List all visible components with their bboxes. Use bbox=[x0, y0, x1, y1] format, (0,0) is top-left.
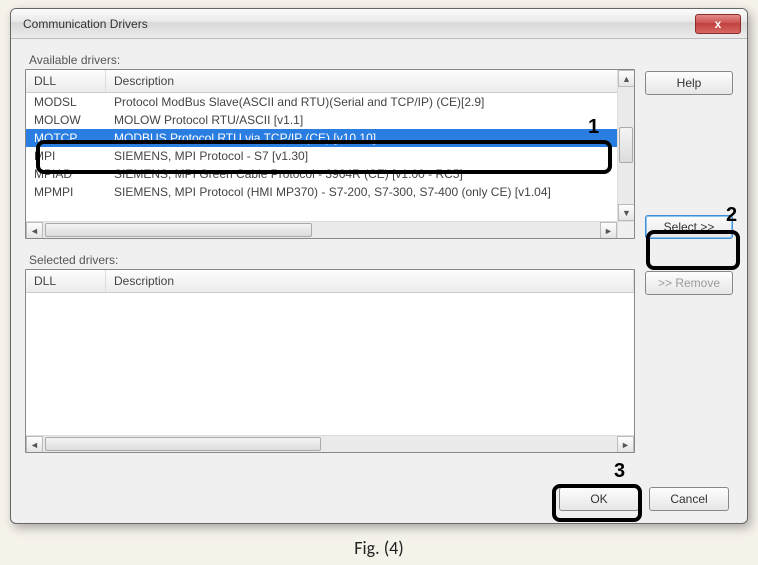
selected-list-header: DLL Description bbox=[26, 270, 634, 293]
cancel-button[interactable]: Cancel bbox=[649, 487, 729, 511]
hscroll-thumb[interactable] bbox=[45, 223, 312, 237]
table-row[interactable]: MODSLProtocol ModBus Slave(ASCII and RTU… bbox=[26, 93, 634, 111]
scroll-up-icon[interactable]: ▲ bbox=[618, 70, 635, 87]
hscroll-track[interactable] bbox=[43, 436, 617, 452]
dialog-body: Available drivers: DLL Description MODSL… bbox=[11, 39, 747, 523]
cell-description: SIEMENS, MPI Protocol (HMI MP370) - S7-2… bbox=[106, 184, 634, 200]
dialog-title: Communication Drivers bbox=[23, 17, 695, 31]
scroll-track[interactable] bbox=[618, 87, 634, 204]
ok-button[interactable]: OK bbox=[559, 487, 639, 511]
scroll-left-icon[interactable]: ◄ bbox=[26, 222, 43, 239]
vertical-scrollbar[interactable]: ▲ ▼ bbox=[617, 70, 634, 221]
cell-description: Protocol ModBus Slave(ASCII and RTU)(Ser… bbox=[106, 94, 634, 110]
cell-dll: MODSL bbox=[26, 94, 106, 110]
scroll-corner bbox=[617, 221, 634, 238]
table-row[interactable]: MPMPISIEMENS, MPI Protocol (HMI MP370) -… bbox=[26, 183, 634, 201]
hscroll-track[interactable] bbox=[43, 222, 600, 238]
table-row[interactable]: MPISIEMENS, MPI Protocol - S7 [v1.30] bbox=[26, 147, 634, 165]
available-area: Available drivers: DLL Description MODSL… bbox=[25, 49, 733, 239]
communication-drivers-dialog: Communication Drivers x Available driver… bbox=[10, 8, 748, 524]
close-icon: x bbox=[715, 17, 722, 31]
cell-description: MOLOW Protocol RTU/ASCII [v1.1] bbox=[106, 112, 634, 128]
scroll-right-icon[interactable]: ► bbox=[600, 222, 617, 239]
cell-dll: MPMPI bbox=[26, 184, 106, 200]
table-row[interactable]: MOLOWMOLOW Protocol RTU/ASCII [v1.1] bbox=[26, 111, 634, 129]
selected-drivers-list[interactable]: DLL Description ◄ ► bbox=[25, 269, 635, 453]
selected-area: Selected drivers: DLL Description ◄ ► bbox=[25, 249, 733, 477]
select-button[interactable]: Select >> bbox=[645, 215, 733, 239]
available-rows: MODSLProtocol ModBus Slave(ASCII and RTU… bbox=[26, 93, 634, 220]
scroll-down-icon[interactable]: ▼ bbox=[618, 204, 635, 221]
cell-description: SIEMENS, MPI Green Cable Protocol - 3964… bbox=[106, 166, 634, 182]
col-header-description[interactable]: Description bbox=[106, 70, 634, 92]
col-header-dll[interactable]: DLL bbox=[26, 270, 106, 292]
selected-label: Selected drivers: bbox=[29, 253, 635, 267]
dialog-bottom-bar: OK Cancel bbox=[25, 487, 733, 511]
available-list-header: DLL Description bbox=[26, 70, 634, 93]
horizontal-scrollbar[interactable]: ◄ ► bbox=[26, 221, 617, 238]
help-button[interactable]: Help bbox=[645, 71, 733, 95]
cell-dll: MOTCP bbox=[26, 130, 106, 146]
available-side-buttons: Help Select >> bbox=[645, 49, 733, 239]
close-button[interactable]: x bbox=[695, 14, 741, 34]
cell-dll: MPI bbox=[26, 148, 106, 164]
available-drivers-list[interactable]: DLL Description MODSLProtocol ModBus Sla… bbox=[25, 69, 635, 239]
horizontal-scrollbar[interactable]: ◄ ► bbox=[26, 435, 634, 452]
figure-caption: Fig. (4) bbox=[0, 537, 758, 559]
available-panel: Available drivers: DLL Description MODSL… bbox=[25, 49, 635, 239]
remove-button[interactable]: >> Remove bbox=[645, 271, 733, 295]
cell-description: SIEMENS, MPI Protocol - S7 [v1.30] bbox=[106, 148, 634, 164]
col-header-description[interactable]: Description bbox=[106, 270, 634, 292]
cell-description: MODBUS Protocol RTU via TCP/IP (CE) [v10… bbox=[106, 130, 634, 146]
selected-panel: Selected drivers: DLL Description ◄ ► bbox=[25, 249, 635, 477]
cell-dll: MOLOW bbox=[26, 112, 106, 128]
table-row[interactable]: MOTCPMODBUS Protocol RTU via TCP/IP (CE)… bbox=[26, 129, 634, 147]
scroll-right-icon[interactable]: ► bbox=[617, 436, 634, 453]
titlebar[interactable]: Communication Drivers x bbox=[11, 9, 747, 39]
cell-dll: MPIAD bbox=[26, 166, 106, 182]
scroll-thumb[interactable] bbox=[619, 127, 633, 163]
col-header-dll[interactable]: DLL bbox=[26, 70, 106, 92]
hscroll-thumb[interactable] bbox=[45, 437, 321, 451]
selected-rows bbox=[26, 293, 634, 434]
scroll-left-icon[interactable]: ◄ bbox=[26, 436, 43, 453]
selected-side-buttons: >> Remove bbox=[645, 249, 733, 477]
table-row[interactable]: MPIADSIEMENS, MPI Green Cable Protocol -… bbox=[26, 165, 634, 183]
available-label: Available drivers: bbox=[29, 53, 635, 67]
